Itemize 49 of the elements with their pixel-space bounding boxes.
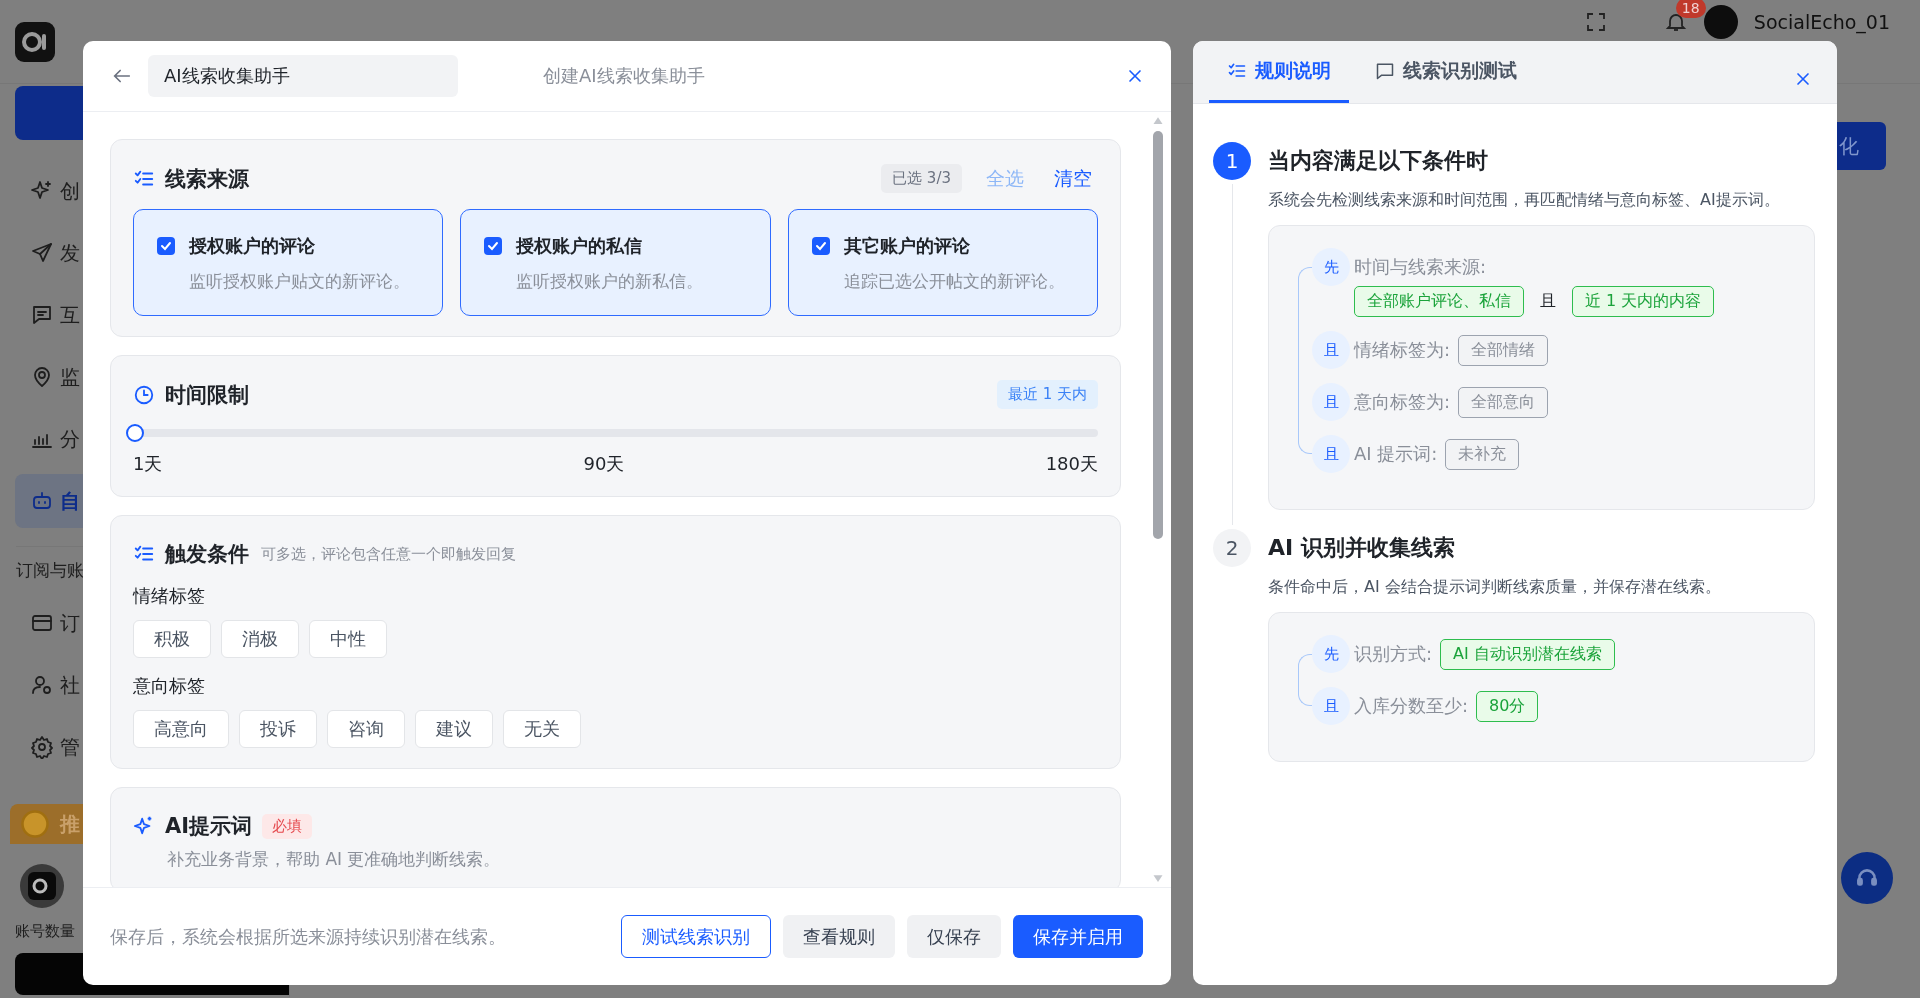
step-title: 当内容满足以下条件时 — [1268, 147, 1489, 175]
condition-label: 识别方式: — [1354, 642, 1433, 666]
account-count-label: 账号数量 — [15, 922, 75, 941]
notification-badge: 18 — [1675, 0, 1706, 18]
condition-label: 意向标签为: — [1354, 390, 1451, 414]
section-title: 时间限制 — [165, 381, 249, 409]
footer-note: 保存后，系统会根据所选来源持续识别潜在线索。 — [110, 924, 506, 949]
condition-label: 时间与线索来源: — [1354, 255, 1487, 279]
condition-value: 80分 — [1476, 690, 1539, 722]
slider-tick-label: 180天 — [1045, 452, 1098, 476]
condition-label: 入库分数至少: — [1354, 694, 1469, 718]
slider-tick-label: 90天 — [583, 452, 625, 476]
condition-prefix: 且 — [1312, 687, 1350, 725]
step-description: 条件命中后，AI 会结合提示词判断线索质量，并保存潜在线索。 — [1268, 577, 1722, 598]
condition-prefix: 先 — [1312, 635, 1350, 673]
option-title: 授权账户的私信 — [516, 234, 643, 258]
condition-value: 全部账户评论、私信 — [1354, 286, 1524, 317]
time-badge: 最近 1 天内 — [996, 380, 1098, 409]
section-title: 线索来源 — [165, 165, 249, 193]
condition-prefix: 且 — [1312, 435, 1350, 473]
condition-value: AI 自动识别潜在线索 — [1440, 638, 1615, 670]
step-number: 1 — [1213, 142, 1251, 180]
condition-label: 情绪标签为: — [1354, 338, 1451, 362]
step-title: AI 识别并收集线索 — [1268, 534, 1456, 562]
promo-label: 推 — [60, 810, 80, 838]
tag-group-label: 意向标签 — [133, 674, 206, 698]
option-description: 监听授权账户的新私信。 — [516, 270, 705, 293]
tag-group-label: 情绪标签 — [133, 584, 206, 608]
modal-title: 创建AI线索收集助手 — [543, 64, 705, 88]
condition-value: 全部情绪 — [1458, 334, 1549, 366]
prompt-description: 补充业务背景，帮助 AI 更准确地判断线索。 — [167, 848, 502, 871]
step-number: 2 — [1213, 529, 1251, 567]
condition-prefix: 先 — [1312, 248, 1350, 286]
step-description: 系统会先检测线索来源和时间范围，再匹配情绪与意向标签、AI提示词。 — [1268, 190, 1781, 211]
section-title: AI提示词 — [165, 813, 253, 840]
option-description: 监听授权账户贴文的新评论。 — [189, 270, 411, 293]
condition-value: 近 1 天内的内容 — [1572, 286, 1715, 317]
option-title: 授权账户的评论 — [189, 234, 315, 258]
option-title: 其它账户的评论 — [843, 234, 970, 258]
condition-label: AI 提示词: — [1354, 442, 1438, 466]
option-description: 追踪已选公开帖文的新评论。 — [843, 270, 1066, 293]
slider-tick-label: 1天 — [133, 452, 163, 476]
condition-value: 全部意向 — [1458, 386, 1549, 418]
condition-prefix: 且 — [1312, 331, 1350, 369]
required-badge: 必填 — [262, 813, 313, 839]
and-label: 且 — [1539, 291, 1557, 312]
condition-prefix: 且 — [1312, 383, 1350, 421]
selected-count: 已选 3/3 — [881, 164, 962, 193]
condition-value: 未补充 — [1445, 438, 1520, 470]
